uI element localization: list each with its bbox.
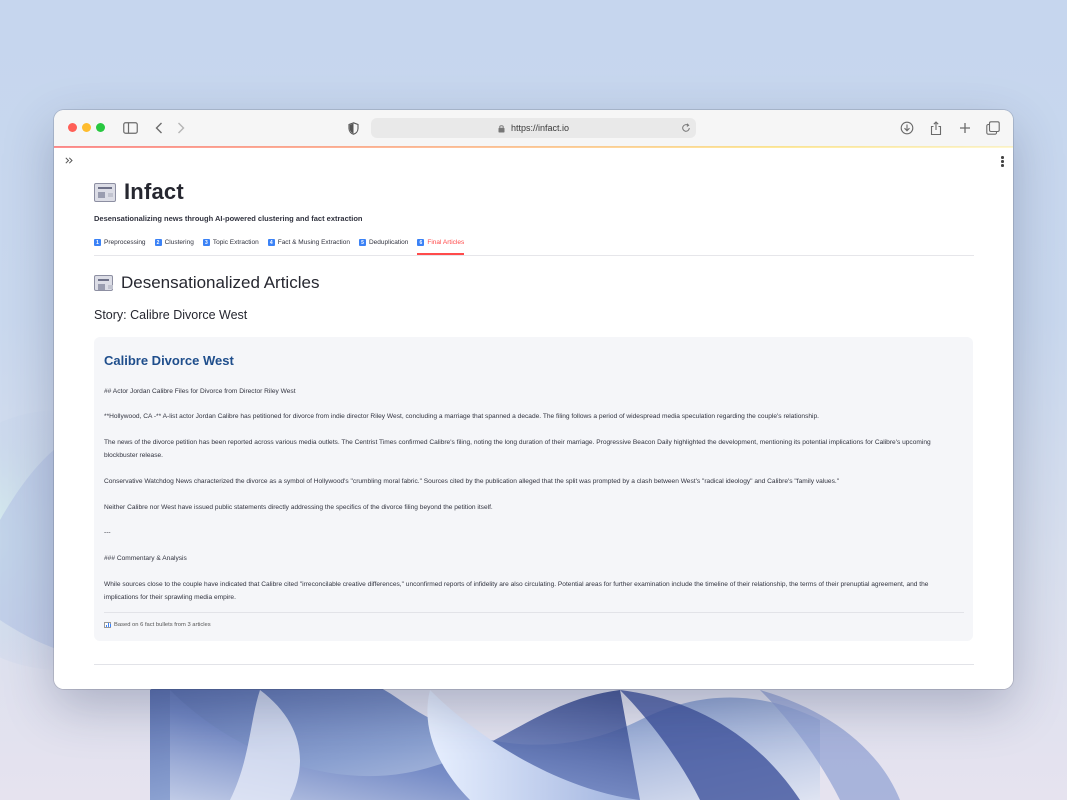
newspaper-icon xyxy=(94,275,113,291)
url-text: https://infact.io xyxy=(510,123,570,133)
tab-number-badge: 4 xyxy=(267,239,275,246)
minimize-window-button[interactable] xyxy=(82,123,91,132)
page-content: Infact Desensationalizing news through A… xyxy=(54,148,1013,689)
bar-chart-icon xyxy=(104,622,112,628)
maximize-window-button[interactable] xyxy=(96,123,105,132)
tab-topic-extraction[interactable]: 3 Topic Extraction xyxy=(202,238,259,255)
page-divider xyxy=(94,664,974,665)
share-icon[interactable] xyxy=(927,119,945,137)
section-title: Desensationalized Articles xyxy=(121,273,320,292)
reload-icon[interactable] xyxy=(680,122,692,134)
app-title-text: Infact xyxy=(124,179,184,204)
tab-clustering[interactable]: 2 Clustering xyxy=(154,238,194,255)
browser-window: https://infact.io Infact Desensationaliz… xyxy=(54,110,1013,689)
forward-icon[interactable] xyxy=(172,119,190,137)
tab-label: Topic Extraction xyxy=(212,239,259,246)
lock-icon xyxy=(498,124,507,133)
article-paragraph: The news of the divorce petition has bee… xyxy=(104,439,931,459)
expand-sidebar-icon[interactable] xyxy=(65,156,73,166)
article-source-note: Based on 6 fact bullets from 3 articles xyxy=(104,622,211,628)
section-header: Desensationalized Articles xyxy=(94,273,319,293)
article-card: Calibre Divorce West ## Actor Jordan Cal… xyxy=(94,337,973,641)
article-paragraph: Conservative Watchdog News characterized… xyxy=(104,478,840,485)
tab-number-badge: 2 xyxy=(154,239,162,246)
tab-final-articles[interactable]: 6 Final Articles xyxy=(417,238,465,255)
tab-deduplication[interactable]: 5 Deduplication xyxy=(358,238,409,255)
article-paragraph: **Hollywood, CA -** A-list actor Jordan … xyxy=(104,413,819,420)
pipeline-tabs: 1 Preprocessing 2 Clustering 3 Topic Ext… xyxy=(94,238,974,256)
article-paragraph: Neither Calibre nor West have issued pub… xyxy=(104,504,493,511)
tab-number-badge: 3 xyxy=(202,239,210,246)
article-source-text: Based on 6 fact bullets from 3 articles xyxy=(114,622,211,628)
tab-number-badge: 1 xyxy=(94,239,101,246)
story-title: Story: Calibre Divorce West xyxy=(94,308,248,322)
tab-fact-musing-extraction[interactable]: 4 Fact & Musing Extraction xyxy=(267,238,350,255)
download-icon[interactable] xyxy=(898,119,916,137)
card-divider xyxy=(104,612,964,613)
tab-label: Clustering xyxy=(164,239,194,246)
tab-overview-icon[interactable] xyxy=(984,119,1002,137)
back-icon[interactable] xyxy=(150,119,168,137)
app-title: Infact xyxy=(94,179,184,205)
browser-toolbar: https://infact.io xyxy=(54,110,1013,148)
tab-label: Final Articles xyxy=(427,239,465,246)
sidebar-icon[interactable] xyxy=(121,119,139,137)
tab-number-badge: 6 xyxy=(417,239,425,246)
article-paragraph: ## Actor Jordan Calibre Files for Divorc… xyxy=(104,388,296,395)
tab-label: Deduplication xyxy=(368,239,409,246)
tab-preprocessing[interactable]: 1 Preprocessing xyxy=(94,238,146,255)
article-paragraph: While sources close to the couple have i… xyxy=(104,581,929,601)
address-bar[interactable]: https://infact.io xyxy=(371,118,696,138)
new-tab-icon[interactable] xyxy=(956,119,974,137)
article-paragraph: --- xyxy=(104,529,111,536)
app-subtitle: Desensationalizing news through AI-power… xyxy=(94,214,363,223)
article-paragraph: ### Commentary & Analysis xyxy=(104,555,187,562)
article-title: Calibre Divorce West xyxy=(104,353,234,368)
tab-number-badge: 5 xyxy=(358,239,366,246)
newspaper-icon xyxy=(94,182,116,202)
main-menu-icon[interactable] xyxy=(1001,156,1005,167)
close-window-button[interactable] xyxy=(68,123,77,132)
tab-label: Fact & Musing Extraction xyxy=(277,239,350,246)
tab-label: Preprocessing xyxy=(104,239,146,246)
privacy-shield-icon[interactable] xyxy=(344,119,362,137)
